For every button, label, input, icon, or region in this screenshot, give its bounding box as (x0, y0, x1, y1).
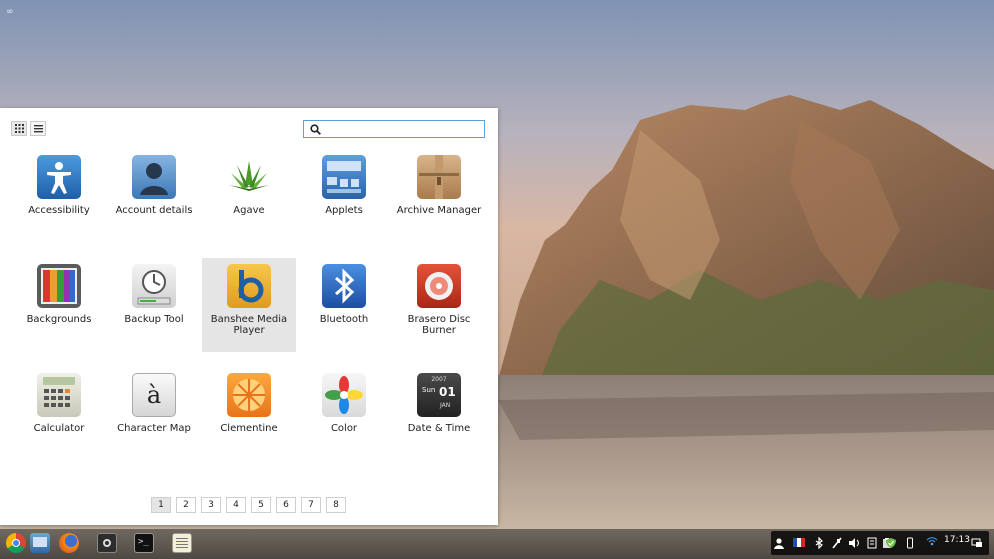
app-label: Bluetooth (319, 314, 369, 325)
page-selector: 1 2 3 4 5 6 7 8 (151, 497, 346, 513)
app-label: Character Map (117, 423, 191, 434)
date-number: 01 (439, 385, 456, 399)
agave-icon (227, 155, 271, 199)
archive-icon (417, 155, 461, 199)
infinity-icon: ∞ (6, 7, 14, 17)
phone-icon[interactable] (904, 537, 916, 549)
volume-icon[interactable] (848, 537, 860, 549)
app-label: Archive Manager (396, 205, 482, 216)
app-agave[interactable]: Agave (202, 149, 296, 243)
app-label: Date & Time (407, 423, 471, 434)
banshee-icon (227, 264, 271, 308)
brasero-icon (417, 264, 461, 308)
search-icon (310, 124, 321, 135)
app-label: Clementine (220, 423, 278, 434)
clementine-icon (227, 373, 271, 417)
app-label: Agave (233, 205, 265, 216)
app-label: Banshee Media Player (210, 314, 288, 336)
app-color[interactable]: Color (297, 367, 391, 461)
app-banshee-media-player[interactable]: Banshee Media Player (202, 258, 296, 352)
taskbar: >_ 17:13 (0, 529, 994, 559)
chrome-icon[interactable] (6, 533, 26, 553)
terminal-icon[interactable]: >_ (134, 533, 154, 553)
calculator-icon (37, 373, 81, 417)
app-label: Account details (115, 205, 193, 216)
app-backup-tool[interactable]: Backup Tool (107, 258, 201, 352)
app-label: Backgrounds (26, 314, 92, 325)
app-label: Backup Tool (124, 314, 184, 325)
date-month: JAN (440, 402, 451, 409)
datetime-icon: 2007 Sun 01 JAN (417, 373, 461, 417)
list-view-button[interactable] (30, 121, 46, 136)
shield-icon[interactable] (885, 537, 897, 549)
french-flag-icon[interactable] (793, 538, 805, 547)
page-button-2[interactable]: 2 (176, 497, 196, 513)
date-day: Sun (422, 386, 436, 394)
app-date-time[interactable]: 2007 Sun 01 JAN Date & Time (392, 367, 486, 461)
backup-icon (132, 264, 176, 308)
page-button-1[interactable]: 1 (151, 497, 171, 513)
page-button-7[interactable]: 7 (301, 497, 321, 513)
app-account-details[interactable]: Account details (107, 149, 201, 243)
files-icon[interactable] (30, 533, 50, 553)
date-year: 2007 (431, 376, 447, 383)
clock[interactable]: 17:13 (944, 535, 970, 545)
app-label: Brasero Disc Burner (407, 314, 471, 336)
page-button-4[interactable]: 4 (226, 497, 246, 513)
app-calculator[interactable]: Calculator (12, 367, 106, 461)
notes-icon[interactable] (866, 537, 878, 549)
app-launcher-panel: Accessibility Account details Agave Appl… (0, 108, 498, 525)
app-backgrounds[interactable]: Backgrounds (12, 258, 106, 352)
app-applets[interactable]: Applets (297, 149, 391, 243)
text-editor-icon[interactable] (172, 533, 192, 553)
app-bluetooth[interactable]: Bluetooth (297, 258, 391, 352)
app-brasero-disc-burner[interactable]: Brasero Disc Burner (392, 258, 486, 352)
wifi-icon[interactable] (926, 537, 938, 549)
app-clementine[interactable]: Clementine (202, 367, 296, 461)
search-box[interactable] (303, 120, 485, 138)
page-button-8[interactable]: 8 (326, 497, 346, 513)
charmap-glyph: à (146, 381, 162, 409)
page-button-6[interactable]: 6 (276, 497, 296, 513)
account-icon (132, 155, 176, 199)
grid-icon (14, 124, 24, 133)
page-button-5[interactable]: 5 (251, 497, 271, 513)
firefox-icon[interactable] (59, 533, 79, 553)
app-accessibility[interactable]: Accessibility (12, 149, 106, 243)
bluetooth-icon (322, 264, 366, 308)
page-button-3[interactable]: 3 (201, 497, 221, 513)
applets-icon (322, 155, 366, 199)
search-input[interactable] (324, 122, 480, 136)
app-archive-manager[interactable]: Archive Manager (392, 149, 486, 243)
app-label: Applets (325, 205, 363, 216)
app-label: Color (330, 423, 358, 434)
user-icon[interactable] (773, 537, 785, 549)
bluetooth-tray-icon[interactable] (813, 536, 825, 550)
app-label: Calculator (33, 423, 85, 434)
mic-off-icon[interactable] (831, 537, 843, 549)
screenshot-icon[interactable] (97, 533, 117, 553)
accessibility-icon (37, 155, 81, 199)
app-character-map[interactable]: à Character Map (107, 367, 201, 461)
app-label: Accessibility (28, 205, 90, 216)
color-icon (322, 373, 366, 417)
list-icon (33, 125, 43, 133)
charmap-icon: à (132, 373, 176, 417)
grid-view-button[interactable] (11, 121, 27, 136)
backgrounds-icon (37, 264, 81, 308)
display-icon[interactable] (971, 537, 983, 549)
